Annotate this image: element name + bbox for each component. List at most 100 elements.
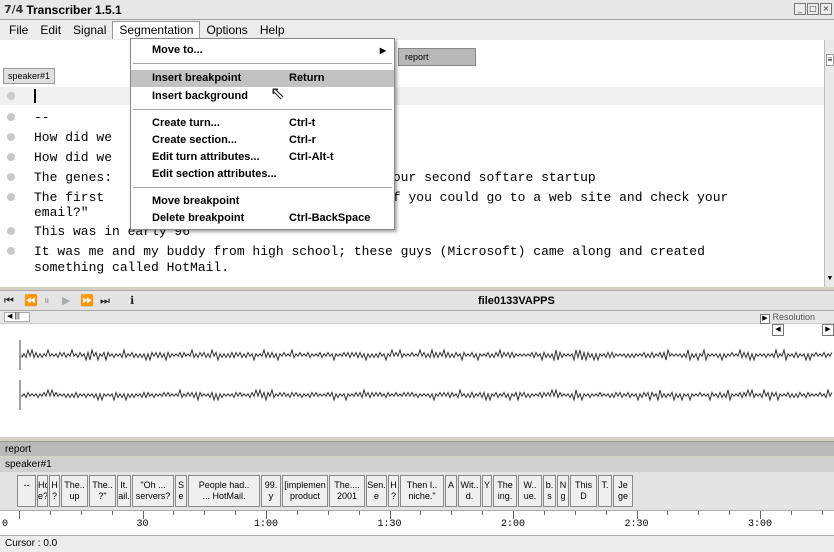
- segment-start-text: Wit..: [460, 480, 479, 490]
- editor-line[interactable]: The first f you could go to a web site a…: [0, 189, 824, 221]
- editor-line[interactable]: It was me and my buddy from high school;…: [0, 243, 824, 277]
- timeline-tick: [204, 511, 206, 515]
- speaker-track[interactable]: speaker#1: [0, 457, 834, 472]
- speaker-button[interactable]: speaker#1: [3, 68, 55, 84]
- segment[interactable]: H?: [388, 475, 399, 507]
- maximize-button[interactable]: □: [807, 3, 819, 15]
- menu-item-edit-section-attributes[interactable]: Edit section attributes...: [131, 166, 394, 183]
- segment-start-text: b.: [545, 480, 554, 490]
- timeline-tick: [513, 511, 514, 519]
- go-start-icon[interactable]: ⏮: [4, 293, 14, 309]
- timeline-label: 2:30: [624, 519, 649, 530]
- segment[interactable]: Se: [175, 475, 187, 507]
- menu-item-move-breakpoint[interactable]: Move breakpoint: [131, 193, 394, 210]
- segment[interactable]: W.. ue.: [518, 475, 542, 507]
- pause-icon[interactable]: ⏸: [44, 293, 50, 309]
- segment-start-text: H: [51, 480, 58, 490]
- scroll-left-icon[interactable]: ◀ |||: [4, 312, 30, 322]
- segment-end-text: ge: [617, 491, 628, 501]
- editor-line[interactable]: How did we: [0, 149, 824, 167]
- editor-line[interactable]: [0, 87, 824, 105]
- scroll-down-icon[interactable]: ▼: [826, 275, 834, 285]
- editor-line[interactable]: How did we: [0, 129, 824, 147]
- editor-line[interactable]: The genes: our second softare startup: [0, 169, 824, 187]
- fast-forward-icon[interactable]: ⏩: [80, 293, 94, 309]
- waveform[interactable]: [0, 326, 834, 434]
- go-end-icon[interactable]: ⏭: [100, 293, 110, 309]
- menu-edit[interactable]: Edit: [34, 21, 67, 39]
- menu-separator: [133, 109, 392, 110]
- waveform-trace: [21, 388, 833, 402]
- play-icon[interactable]: ▶: [62, 293, 70, 309]
- menu-item-insert-background[interactable]: Insert background: [131, 88, 394, 105]
- menu-item-edit-turn-attributes[interactable]: Edit turn attributes... Ctrl-Alt-t: [131, 149, 394, 166]
- segment-start-text: T.: [601, 480, 609, 490]
- status-bar: Cursor : 0.0: [0, 535, 834, 552]
- rewind-icon[interactable]: ⏪: [24, 293, 38, 309]
- menu-item-move-to[interactable]: Move to... ▶: [131, 42, 394, 59]
- menu-item-create-turn[interactable]: Create turn... Ctrl-t: [131, 115, 394, 132]
- segment-start-text: This: [574, 480, 592, 490]
- menu-file[interactable]: File: [3, 21, 34, 39]
- timeline-tick: [543, 511, 545, 515]
- segment[interactable]: The.. up: [61, 475, 88, 507]
- segment-end-text: up: [69, 491, 80, 501]
- segmentation-menu: Move to... ▶ Insert breakpoint Return In…: [130, 38, 395, 230]
- segment[interactable]: 99. y: [261, 475, 281, 507]
- segment[interactable]: [implemen product: [282, 475, 328, 507]
- segment[interactable]: Ng: [557, 475, 569, 507]
- segment[interactable]: The.. ?": [89, 475, 116, 507]
- editor-line[interactable]: --: [0, 109, 824, 127]
- timeline-label: 1:00: [254, 519, 279, 530]
- menu-segmentation[interactable]: Segmentation: [112, 21, 201, 39]
- segment[interactable]: The.... 2001: [329, 475, 365, 507]
- segment[interactable]: Sen. e: [366, 475, 387, 507]
- segment[interactable]: b. s: [543, 475, 556, 507]
- segment[interactable]: It. ail.: [117, 475, 131, 507]
- editor-scrollbar[interactable]: ≡ ▼: [824, 40, 834, 287]
- segment[interactable]: Wit.. d.: [458, 475, 481, 507]
- segment[interactable]: This D: [570, 475, 597, 507]
- segment-start-text: 99.: [264, 480, 278, 490]
- segment[interactable]: Je ge: [613, 475, 633, 507]
- menu-item-create-section[interactable]: Create section... Ctrl-r: [131, 132, 394, 149]
- editor-line[interactable]: This was in early 96: [0, 223, 824, 241]
- wave-hscrollbar[interactable]: ◀ |||: [0, 311, 834, 324]
- menu-item-insert-breakpoint[interactable]: Insert breakpoint Return: [131, 70, 394, 87]
- section-track[interactable]: report: [0, 441, 834, 456]
- scroll-up-icon[interactable]: ≡: [826, 54, 834, 66]
- segment[interactable]: Y: [482, 475, 492, 507]
- minimize-button[interactable]: _: [794, 3, 806, 15]
- segment[interactable]: Then I.. niche.": [400, 475, 444, 507]
- segment[interactable]: T.: [598, 475, 612, 507]
- segment[interactable]: A: [445, 475, 457, 507]
- segment[interactable]: H?: [49, 475, 60, 507]
- timeline-tick: [729, 511, 731, 515]
- segment-start-text: Then I..: [406, 480, 438, 490]
- menu-separator: [133, 63, 392, 64]
- menu-item-delete-breakpoint[interactable]: Delete breakpoint Ctrl-BackSpace: [131, 210, 394, 227]
- close-button[interactable]: ×: [820, 3, 832, 15]
- info-icon[interactable]: ℹ: [130, 293, 134, 309]
- segment-start-text: --: [23, 480, 30, 490]
- timeline-tick: [235, 511, 237, 515]
- line-bullet-icon: [7, 227, 15, 235]
- timeline-ruler[interactable]: 0 30 1:00 1:30 2:00 2:30 3:00: [0, 510, 834, 535]
- timeline-tick: [266, 511, 267, 519]
- menu-options[interactable]: Options: [200, 21, 253, 39]
- waveform-channel-1: [21, 348, 833, 362]
- line-bullet-icon: [7, 247, 15, 255]
- menu-signal[interactable]: Signal: [67, 21, 112, 39]
- segment[interactable]: --: [17, 475, 36, 507]
- transcription-editor[interactable]: report speaker#1 -- How did we How did w…: [0, 40, 824, 287]
- segment[interactable]: The ing.: [493, 475, 517, 507]
- timeline-tick: [698, 511, 700, 515]
- segment-end-text: e?: [38, 491, 48, 501]
- segment[interactable]: "Oh ... servers?: [132, 475, 174, 507]
- segment[interactable]: Ho.e?: [37, 475, 48, 507]
- segment[interactable]: People had..... HotMail.: [188, 475, 260, 507]
- chevron-right-icon[interactable]: ▶: [760, 314, 770, 324]
- section-button[interactable]: report: [398, 48, 476, 66]
- line-bullet-icon: [7, 92, 15, 100]
- menu-help[interactable]: Help: [254, 21, 291, 39]
